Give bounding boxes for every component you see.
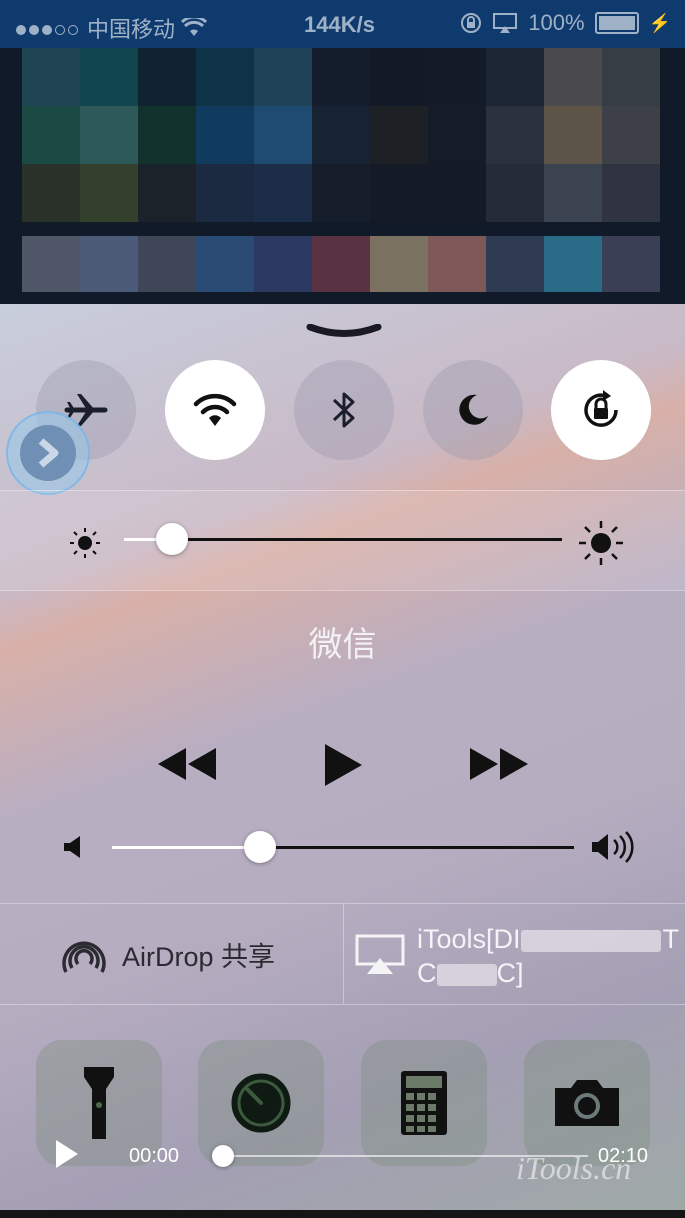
volume-high-icon <box>592 831 634 863</box>
rotation-lock-status-icon <box>461 13 482 33</box>
grabber-handle-icon[interactable] <box>306 324 382 338</box>
video-progress-thumb[interactable] <box>212 1145 234 1167</box>
now-playing-title: 微信 <box>308 626 377 664</box>
status-bar: 中国移动 144K/s 100% ⚡ <box>0 0 685 48</box>
rotation-lock-icon <box>584 390 618 427</box>
blurred-app-icons <box>22 48 660 222</box>
volume-low-icon <box>64 836 80 858</box>
divider <box>0 1004 685 1005</box>
volume-fill <box>112 846 260 849</box>
airdrop-button[interactable]: AirDrop 共享 <box>0 904 343 1004</box>
redacted-text <box>520 929 661 952</box>
video-play-icon[interactable] <box>54 1138 80 1170</box>
network-speed: 144K/s <box>304 12 375 37</box>
wifi-icon <box>193 393 237 426</box>
divider <box>0 590 685 591</box>
rotation-lock-toggle[interactable] <box>551 360 651 460</box>
bottom-edge <box>0 1210 685 1218</box>
chevron-right-icon <box>38 438 59 468</box>
home-screen-background <box>0 48 685 304</box>
carrier-name: 中国移动 <box>87 17 176 42</box>
airplay-icon <box>355 934 405 974</box>
battery-percent: 100% <box>528 10 585 35</box>
wifi-status-icon <box>181 18 208 36</box>
brightness-high-icon <box>579 521 623 565</box>
fast-forward-button[interactable] <box>468 746 530 782</box>
brightness-slider[interactable] <box>124 523 562 555</box>
play-icon <box>325 744 362 786</box>
share-row: AirDrop 共享 iTools[DI T C C] <box>0 904 685 1004</box>
do-not-disturb-toggle[interactable] <box>423 360 523 460</box>
signal-strength-icon <box>16 15 81 41</box>
wifi-toggle[interactable] <box>165 360 265 460</box>
blurred-app-labels <box>22 236 660 292</box>
divider <box>343 904 344 1004</box>
redacted-text <box>436 963 497 986</box>
watermark-text: iTools.cn <box>516 1150 632 1186</box>
moon-icon <box>459 394 488 425</box>
side-dock-handle[interactable] <box>6 411 90 495</box>
divider <box>0 490 685 491</box>
brightness-low-icon <box>70 528 100 558</box>
airdrop-label: AirDrop 共享 <box>122 941 276 972</box>
camera-icon <box>555 1080 619 1126</box>
battery-icon <box>594 12 639 34</box>
control-center: 微信 AirDrop 共享 iTools[DI T C C] 00:00 02:… <box>0 304 685 1218</box>
volume-slider[interactable] <box>112 831 574 863</box>
status-right: 100% ⚡ <box>460 10 671 36</box>
charging-icon: ⚡ <box>648 12 671 33</box>
timer-icon <box>231 1073 291 1133</box>
airdrop-icon <box>62 941 106 973</box>
bluetooth-icon <box>332 392 355 428</box>
rewind-button[interactable] <box>156 746 218 782</box>
rewind-icon <box>158 748 216 780</box>
video-current-time: 00:00 <box>129 1145 180 1167</box>
carrier-info: 中国移动 <box>16 12 208 44</box>
volume-thumb[interactable] <box>243 831 276 863</box>
play-button[interactable] <box>322 742 364 788</box>
calculator-icon <box>401 1071 447 1135</box>
airplay-label: iTools[DI T C C] <box>417 924 679 988</box>
bluetooth-toggle[interactable] <box>294 360 394 460</box>
airplay-status-icon <box>493 13 518 33</box>
brightness-thumb[interactable] <box>156 523 189 555</box>
airplay-button[interactable]: iTools[DI T C C] <box>345 904 685 1004</box>
fast-forward-icon <box>470 748 528 780</box>
